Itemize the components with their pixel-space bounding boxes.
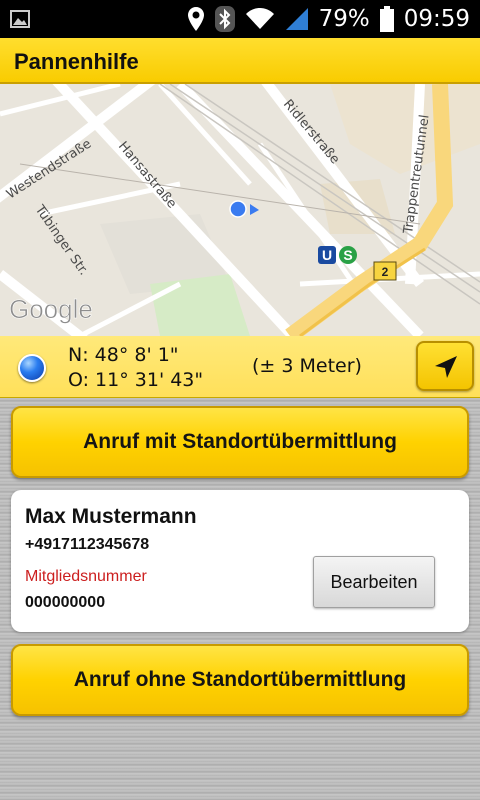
clock: 09:59 bbox=[403, 6, 470, 32]
member-number-value: 000000000 bbox=[25, 594, 106, 611]
s-bahn-icon: S bbox=[339, 246, 357, 264]
svg-text:S: S bbox=[343, 247, 352, 263]
battery-percent: 79% bbox=[318, 6, 370, 32]
accuracy-text: (± 3 Meter) bbox=[252, 355, 362, 377]
bluetooth-icon bbox=[214, 6, 235, 32]
road-number-badge: 2 bbox=[373, 261, 397, 281]
locate-me-button[interactable] bbox=[416, 341, 474, 391]
gps-indicator-icon bbox=[18, 354, 46, 382]
page-title: Pannenhilfe bbox=[14, 49, 139, 74]
coordinates-bar: N: 48° 8' 1" O: 11° 31' 43" (± 3 Meter) bbox=[0, 336, 480, 398]
contact-card: Max Mustermann +4917112345678 Mitgliedsn… bbox=[11, 490, 469, 632]
map-view[interactable]: Westendstraße Hansastraße Tübinger Str. … bbox=[0, 84, 480, 336]
longitude-text: O: 11° 31' 43" bbox=[68, 369, 204, 391]
app-title-bar: Pannenhilfe bbox=[0, 38, 480, 84]
u-bahn-icon: U bbox=[318, 246, 336, 264]
map-canvas[interactable]: Westendstraße Hansastraße Tübinger Str. … bbox=[0, 84, 480, 336]
edit-button[interactable]: Bearbeiten bbox=[313, 556, 435, 608]
navigation-arrow-icon bbox=[435, 356, 457, 378]
contact-name: Max Mustermann bbox=[25, 505, 197, 528]
call-with-location-button[interactable]: Anruf mit Standortübermittlung bbox=[11, 406, 469, 478]
svg-text:U: U bbox=[322, 247, 332, 263]
location-icon bbox=[187, 7, 204, 31]
google-logo: Google bbox=[9, 294, 93, 324]
member-number-label: Mitgliedsnummer bbox=[25, 568, 147, 585]
signal-icon bbox=[285, 8, 308, 30]
contact-phone: +4917112345678 bbox=[25, 536, 150, 553]
call-without-location-button[interactable]: Anruf ohne Standortübermittlung bbox=[11, 644, 469, 716]
status-bar: 79% 09:59 bbox=[0, 0, 480, 38]
image-icon bbox=[10, 10, 30, 28]
battery-icon bbox=[379, 6, 394, 32]
svg-text:2: 2 bbox=[382, 265, 389, 279]
latitude-text: N: 48° 8' 1" bbox=[68, 344, 179, 366]
wifi-icon bbox=[245, 8, 274, 29]
